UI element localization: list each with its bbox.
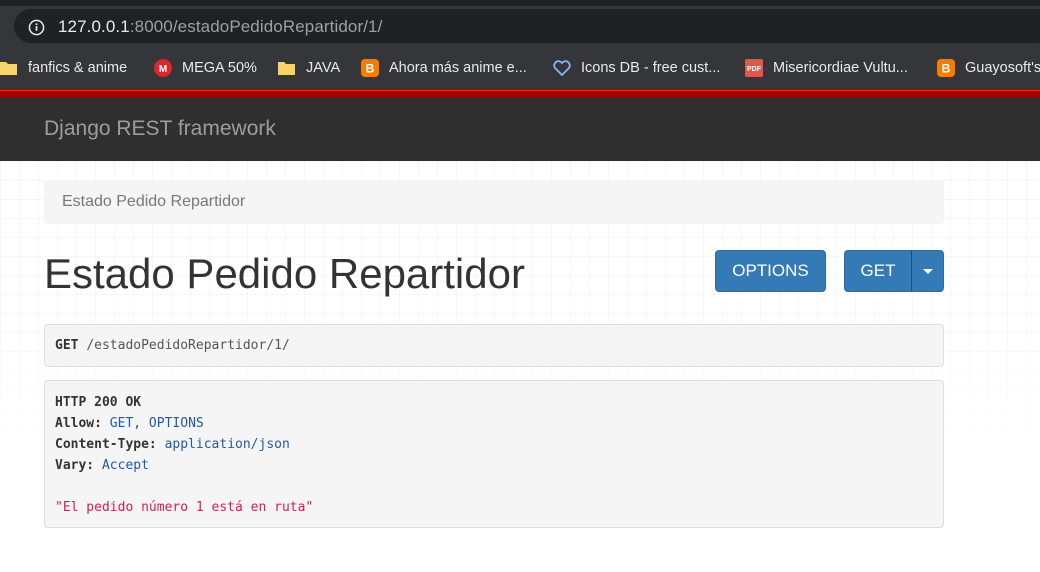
options-button[interactable]: OPTIONS bbox=[715, 250, 826, 292]
response-header-name: Allow: bbox=[55, 416, 102, 431]
svg-text:M: M bbox=[159, 64, 167, 75]
folder-icon bbox=[0, 59, 18, 77]
bookmark-misericordiae[interactable]: PDF Misericordiae Vultu... bbox=[745, 59, 908, 77]
request-info: GET /estadoPedidoRepartidor/1/ bbox=[44, 324, 944, 367]
response-header-value: GET, OPTIONS bbox=[109, 416, 204, 431]
bookmarks-bar: fanfics & anime M MEGA 50% JAVA B Ahora … bbox=[0, 46, 1040, 90]
blogger-icon: B bbox=[361, 59, 379, 77]
response-header: Allow: GET, OPTIONS bbox=[55, 416, 204, 431]
response-header-name: Content-Type: bbox=[55, 437, 157, 452]
navbar: Django REST framework bbox=[0, 97, 1040, 161]
get-button[interactable]: GET bbox=[844, 250, 912, 292]
svg-text:PDF: PDF bbox=[747, 66, 762, 73]
response-header: Content-Type: application/json bbox=[55, 437, 290, 452]
bookmark-java[interactable]: JAVA bbox=[278, 59, 340, 77]
response-status: HTTP 200 OK bbox=[55, 395, 141, 410]
request-path: /estadoPedidoRepartidor/1/ bbox=[86, 338, 290, 353]
request-line: GET /estadoPedidoRepartidor/1/ bbox=[55, 338, 290, 353]
request-method: GET bbox=[55, 338, 79, 353]
heart-icon bbox=[553, 59, 571, 77]
url-path: :8000/estadoPedidoRepartidor/1/ bbox=[129, 17, 383, 36]
bookmark-label: MEGA 50% bbox=[182, 60, 257, 76]
bookmark-label: fanfics & anime bbox=[28, 60, 128, 76]
blogger-icon: B bbox=[937, 59, 955, 77]
page-title: Estado Pedido Repartidor bbox=[44, 250, 525, 297]
response-status-text: HTTP 200 OK bbox=[55, 395, 142, 410]
bookmark-mega[interactable]: M MEGA 50% bbox=[154, 59, 257, 77]
pdf-icon: PDF bbox=[745, 59, 763, 77]
response-info: HTTP 200 OK Allow: GET, OPTIONS Content-… bbox=[44, 380, 944, 528]
bookmark-label: Ahora más anime e... bbox=[389, 60, 527, 76]
bookmark-label: Misericordiae Vultu... bbox=[773, 60, 908, 76]
response-header-name: Vary: bbox=[55, 458, 95, 473]
bookmark-icons-db[interactable]: Icons DB - free cust... bbox=[553, 59, 720, 77]
bookmark-label: Guayosoft's bbox=[965, 60, 1040, 76]
breadcrumb: Estado Pedido Repartidor bbox=[44, 180, 944, 224]
navbar-accent-line bbox=[0, 90, 1040, 97]
response-header-value: application/json bbox=[164, 437, 290, 452]
bookmark-guayosoft[interactable]: B Guayosoft's bbox=[937, 59, 1040, 77]
svg-text:B: B bbox=[366, 62, 375, 76]
folder-icon bbox=[278, 59, 296, 77]
get-format-dropdown-toggle[interactable] bbox=[911, 250, 944, 292]
url-text[interactable]: 127.0.0.1:8000/estadoPedidoRepartidor/1/ bbox=[58, 17, 382, 37]
breadcrumb-item-active: Estado Pedido Repartidor bbox=[62, 193, 246, 210]
bookmark-ahora-mas-anime[interactable]: B Ahora más anime e... bbox=[361, 59, 527, 77]
bookmark-label: JAVA bbox=[306, 60, 341, 76]
response-header: Vary: Accept bbox=[55, 458, 149, 473]
response-body: "El pedido número 1 está en ruta" bbox=[55, 500, 314, 515]
mega-icon: M bbox=[154, 59, 172, 77]
response-header-value: Accept bbox=[101, 458, 149, 473]
bookmark-label: Icons DB - free cust... bbox=[581, 60, 721, 76]
navbar-brand-link[interactable]: Django REST framework bbox=[44, 117, 276, 141]
bookmark-fanfics-anime[interactable]: fanfics & anime bbox=[0, 59, 127, 77]
browser-address-bar: 127.0.0.1:8000/estadoPedidoRepartidor/1/ bbox=[0, 6, 1040, 46]
url-host: 127.0.0.1 bbox=[58, 17, 130, 36]
chevron-down-icon bbox=[922, 268, 933, 274]
info-icon[interactable] bbox=[28, 19, 45, 36]
svg-text:B: B bbox=[942, 62, 951, 76]
